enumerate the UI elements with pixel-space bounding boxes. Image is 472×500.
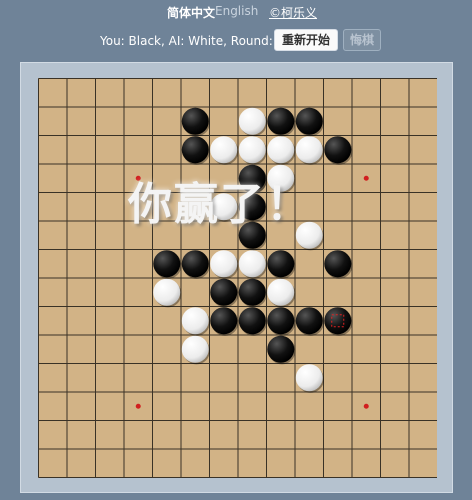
white-stone [238, 250, 266, 278]
white-stone [238, 136, 266, 164]
restart-button[interactable]: 重新开始 [274, 29, 338, 51]
lang-english-link[interactable]: English [215, 4, 258, 18]
win-message: 你赢了！ [128, 179, 312, 230]
black-stone [210, 307, 238, 335]
black-stone [153, 250, 181, 278]
white-stone [238, 107, 266, 135]
black-stone [324, 250, 352, 278]
white-stone [181, 307, 209, 335]
white-stone [153, 278, 181, 306]
black-stone [295, 107, 323, 135]
white-stone [295, 136, 323, 164]
black-stone [238, 307, 266, 335]
black-stone [295, 307, 323, 335]
black-stone [267, 307, 295, 335]
star-point [363, 403, 369, 409]
status-row: You: Black, AI: White, Round: 19 [0, 30, 472, 52]
star-point [363, 175, 369, 181]
lang-simplified-chinese-link[interactable]: 简体中文 [167, 4, 215, 21]
language-bar: 简体中文 English ©柯乐义 [0, 0, 472, 22]
board-grid[interactable] [38, 78, 437, 478]
black-stone [238, 278, 266, 306]
undo-button[interactable]: 悔棋 [343, 29, 381, 51]
black-stone [324, 307, 352, 335]
black-stone [181, 250, 209, 278]
black-stone [324, 136, 352, 164]
black-stone [181, 107, 209, 135]
white-stone [210, 136, 238, 164]
game-status-text: You: Black, AI: White, Round: 19 [100, 34, 292, 48]
gomoku-board[interactable] [38, 78, 437, 478]
black-stone [267, 335, 295, 363]
black-stone [181, 136, 209, 164]
black-stone [267, 250, 295, 278]
author-link[interactable]: ©柯乐义 [269, 4, 317, 21]
star-point [135, 403, 141, 409]
black-stone [267, 107, 295, 135]
black-stone [210, 278, 238, 306]
white-stone [295, 364, 323, 392]
white-stone [181, 335, 209, 363]
white-stone [210, 250, 238, 278]
white-stone [267, 278, 295, 306]
white-stone [267, 136, 295, 164]
